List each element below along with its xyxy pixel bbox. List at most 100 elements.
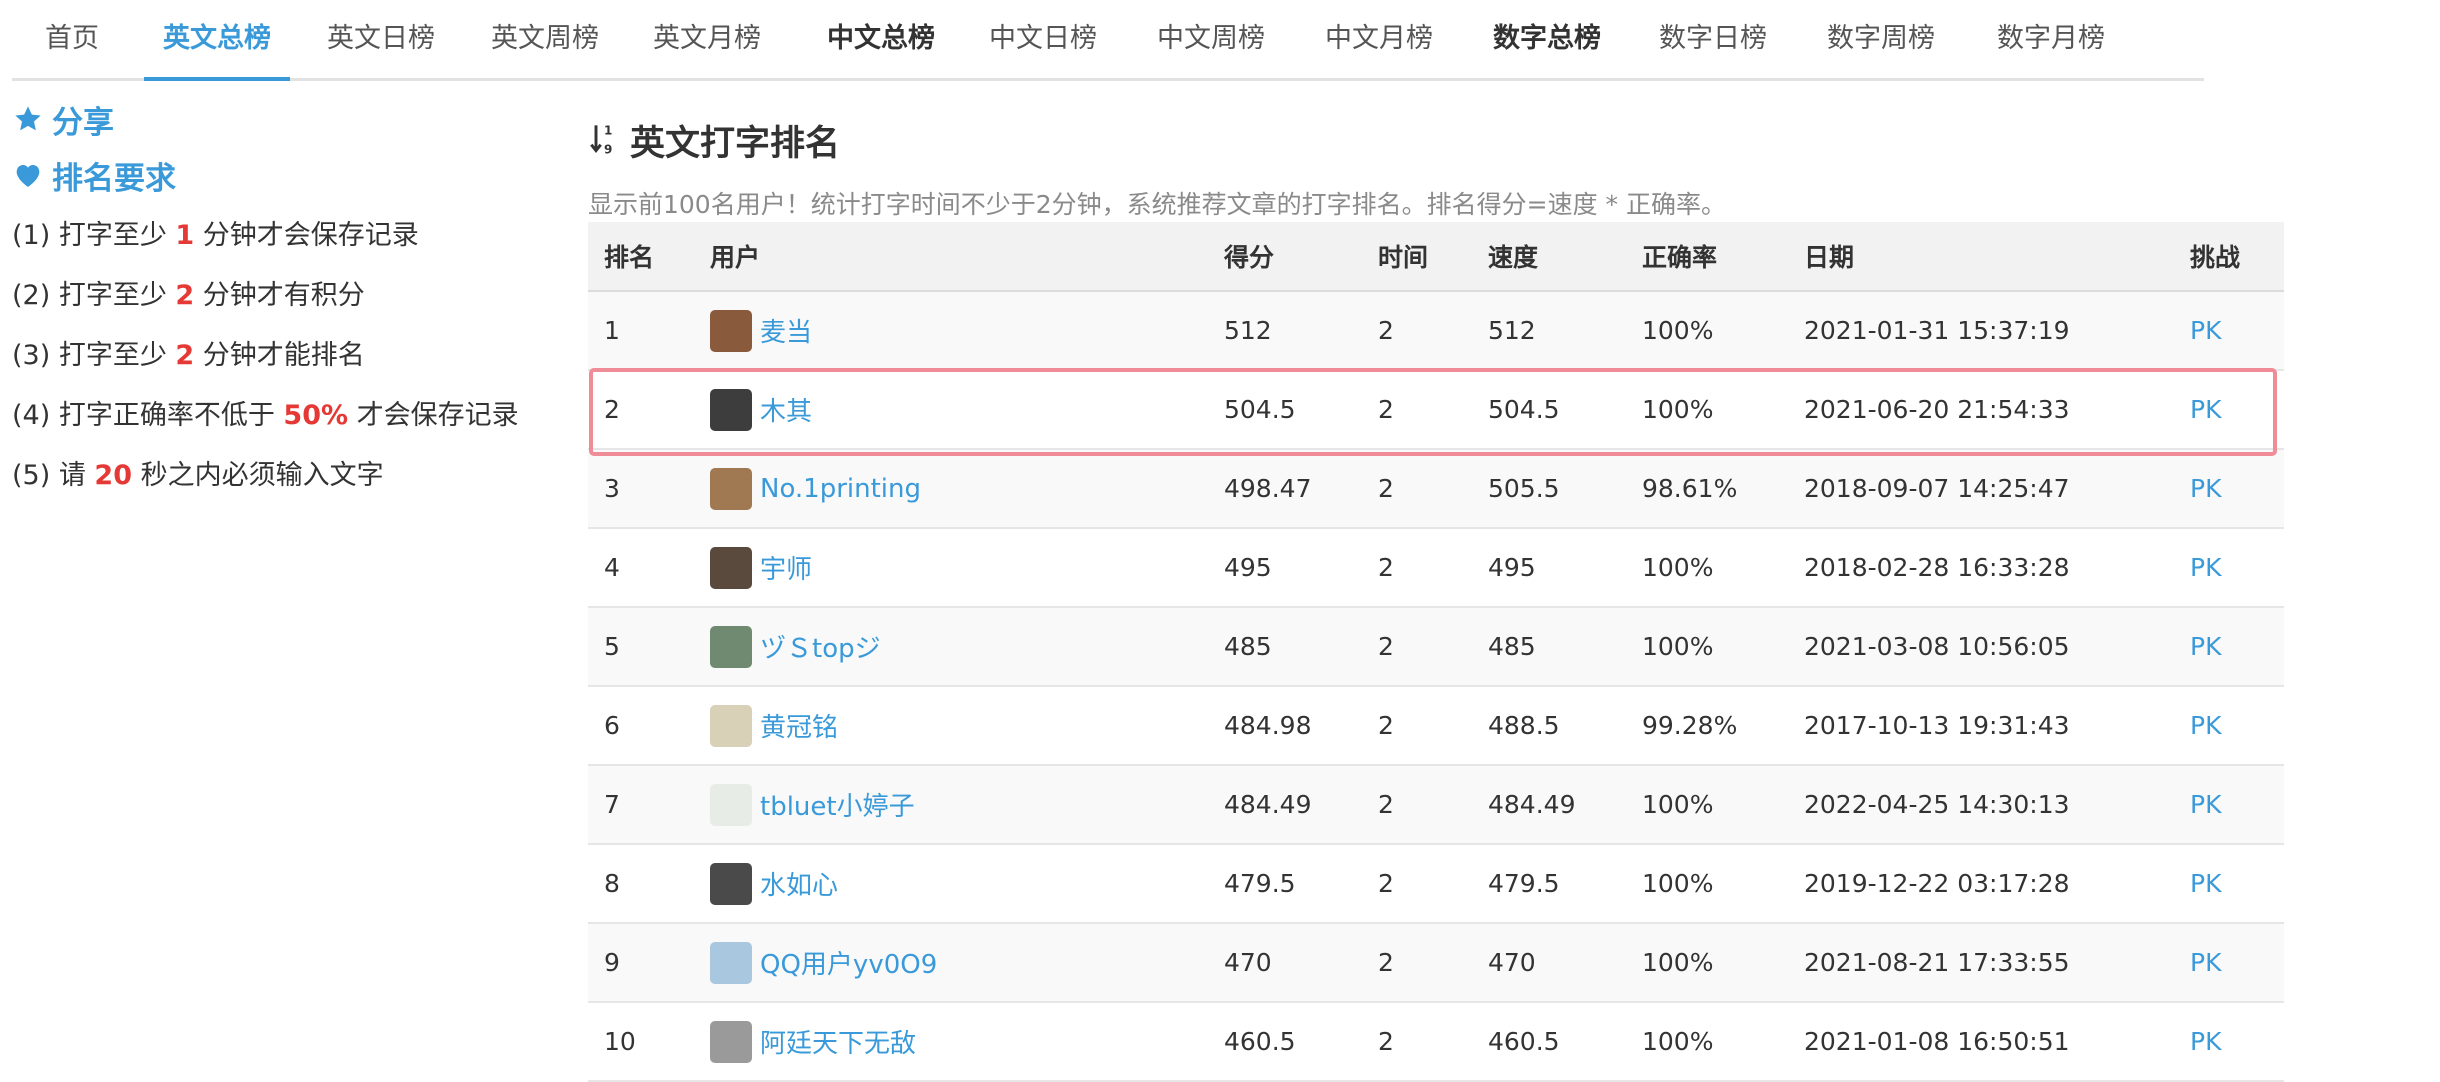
rule-highlight: 50% <box>283 400 349 431</box>
avatar[interactable] <box>710 1020 752 1063</box>
speed-cell: 504.5 <box>1472 370 1626 450</box>
accuracy-cell: 100% <box>1626 607 1788 687</box>
date-cell: 2021-03-08 10:56:05 <box>1788 607 2174 687</box>
pk-link[interactable]: PK <box>2190 869 2221 898</box>
user-info: ヅＳtopジ <box>710 625 1208 668</box>
rank-cell: 8 <box>588 844 694 924</box>
user-cell: 麦当 <box>694 291 1208 371</box>
nav-tab-1[interactable]: 英文总榜 <box>144 0 290 81</box>
score-cell: 484.49 <box>1208 765 1362 845</box>
column-header: 得分 <box>1208 222 1362 292</box>
date-cell: 2022-04-25 14:30:13 <box>1788 765 2174 845</box>
rule-item: (5) 请 20 秒之内必须输入文字 <box>12 446 572 506</box>
nav-tab-2[interactable]: 英文日榜 <box>308 0 454 78</box>
pk-link[interactable]: PK <box>2190 395 2221 424</box>
user-link[interactable]: No.1printing <box>760 474 921 504</box>
nav-tab-11[interactable]: 数字周榜 <box>1808 0 1954 78</box>
rule-suffix: 才会保存记录 <box>348 400 519 431</box>
heart-icon <box>16 165 40 187</box>
rank-cell: 5 <box>588 607 694 687</box>
rank-cell: 9 <box>588 923 694 1003</box>
avatar[interactable] <box>710 309 752 352</box>
user-info: No.1printing <box>710 467 1208 510</box>
pk-link[interactable]: PK <box>2190 948 2221 977</box>
avatar[interactable] <box>710 625 752 668</box>
sidebar: 分享 排名要求 (1) 打字至少 1 分钟才会保存记录 (2) 打字至少 2 分钟… <box>12 96 572 506</box>
user-cell: QQ用户yv0O9 <box>694 923 1208 1003</box>
speed-cell: 484.49 <box>1472 765 1626 845</box>
nav-tab-12[interactable]: 数字月榜 <box>1978 0 2124 78</box>
avatar[interactable] <box>710 783 752 826</box>
avatar[interactable] <box>710 704 752 747</box>
challenge-cell: PK <box>2174 923 2284 1003</box>
rule-item: (4) 打字正确率不低于 50% 才会保存记录 <box>12 386 572 446</box>
pk-link[interactable]: PK <box>2190 790 2221 819</box>
challenge-cell: PK <box>2174 765 2284 845</box>
pk-link[interactable]: PK <box>2190 711 2221 740</box>
pk-link[interactable]: PK <box>2190 474 2221 503</box>
rank-cell: 7 <box>588 765 694 845</box>
date-cell: 2019-12-22 03:17:28 <box>1788 844 2174 924</box>
user-info: 麦当 <box>710 309 1208 352</box>
challenge-cell: PK <box>2174 844 2284 924</box>
pk-link[interactable]: PK <box>2190 1027 2221 1056</box>
user-link[interactable]: QQ用户yv0O9 <box>760 944 937 981</box>
score-cell: 485 <box>1208 607 1362 687</box>
user-link[interactable]: 宇师 <box>760 549 812 586</box>
avatar[interactable] <box>710 941 752 984</box>
user-link[interactable]: ヅＳtopジ <box>760 628 881 665</box>
rule-prefix: (3) 打字至少 <box>12 340 176 371</box>
user-link[interactable]: 麦当 <box>760 312 812 349</box>
user-link[interactable]: 阿廷天下无敌 <box>760 1023 916 1060</box>
speed-cell: 495 <box>1472 528 1626 608</box>
challenge-cell: PK <box>2174 607 2284 687</box>
rule-item: (1) 打字至少 1 分钟才会保存记录 <box>12 206 572 266</box>
time-cell: 2 <box>1362 449 1472 529</box>
time-cell: 2 <box>1362 370 1472 450</box>
nav-tab-8[interactable]: 中文月榜 <box>1306 0 1452 78</box>
pk-link[interactable]: PK <box>2190 632 2221 661</box>
avatar[interactable] <box>710 467 752 510</box>
avatar[interactable] <box>710 546 752 589</box>
rule-highlight: 2 <box>175 280 195 311</box>
rule-highlight: 1 <box>175 220 195 251</box>
table-row: 5 ヅＳtopジ 485 2 485 100% 2021-03-08 10:56:05 PK <box>588 607 2284 687</box>
pk-link[interactable]: PK <box>2190 553 2221 582</box>
date-cell: 2021-01-31 15:37:19 <box>1788 291 2174 371</box>
nav-tab-7[interactable]: 中文周榜 <box>1138 0 1284 78</box>
nav-tab-3[interactable]: 英文周榜 <box>472 0 618 78</box>
challenge-cell: PK <box>2174 1002 2284 1082</box>
main-content: 1 9 英文打字排名 显示前100名用户！统计打字时间不少于2分钟，系统推荐文章… <box>588 110 2284 1082</box>
user-link[interactable]: 黄冠铭 <box>760 707 838 744</box>
share-link[interactable]: 分享 <box>12 96 572 142</box>
user-link[interactable]: 木其 <box>760 391 812 428</box>
user-info: tbluet小婷子 <box>710 783 1208 826</box>
pk-link[interactable]: PK <box>2190 316 2221 345</box>
speed-cell: 460.5 <box>1472 1002 1626 1082</box>
rule-highlight: 2 <box>175 340 195 371</box>
svg-text:9: 9 <box>604 142 612 156</box>
nav-tab-4[interactable]: 英文月榜 <box>634 0 780 78</box>
column-header: 排名 <box>588 222 694 292</box>
column-header: 用户 <box>694 222 1208 292</box>
time-cell: 2 <box>1362 1002 1472 1082</box>
rules-heading: 排名要求 <box>12 152 572 198</box>
nav-tab-0[interactable]: 首页 <box>12 0 132 78</box>
accuracy-cell: 100% <box>1626 923 1788 1003</box>
nav-tab-9[interactable]: 数字总榜 <box>1474 0 1620 78</box>
date-cell: 2021-06-20 21:54:33 <box>1788 370 2174 450</box>
top-nav: 首页 英文总榜 英文日榜 英文周榜 英文月榜 中文总榜 中文日榜 中文周榜 中文月榜 数字总榜 数字… <box>12 0 2204 81</box>
table-row: 1 麦当 512 2 512 100% 2021-01-31 15:37:19 PK <box>588 291 2284 371</box>
table-row: 6 黄冠铭 484.98 2 488.5 99.28% 2017-10-13 19:31:4… <box>588 686 2284 766</box>
user-link[interactable]: tbluet小婷子 <box>760 786 915 823</box>
user-link[interactable]: 水如心 <box>760 865 838 902</box>
avatar[interactable] <box>710 862 752 905</box>
speed-cell: 470 <box>1472 923 1626 1003</box>
nav-tab-6[interactable]: 中文日榜 <box>970 0 1116 78</box>
time-cell: 2 <box>1362 291 1472 371</box>
nav-tab-5[interactable]: 中文总榜 <box>808 0 954 78</box>
user-info: 木其 <box>710 388 1208 431</box>
nav-tab-10[interactable]: 数字日榜 <box>1640 0 1786 78</box>
score-cell: 512 <box>1208 291 1362 371</box>
avatar[interactable] <box>710 388 752 431</box>
